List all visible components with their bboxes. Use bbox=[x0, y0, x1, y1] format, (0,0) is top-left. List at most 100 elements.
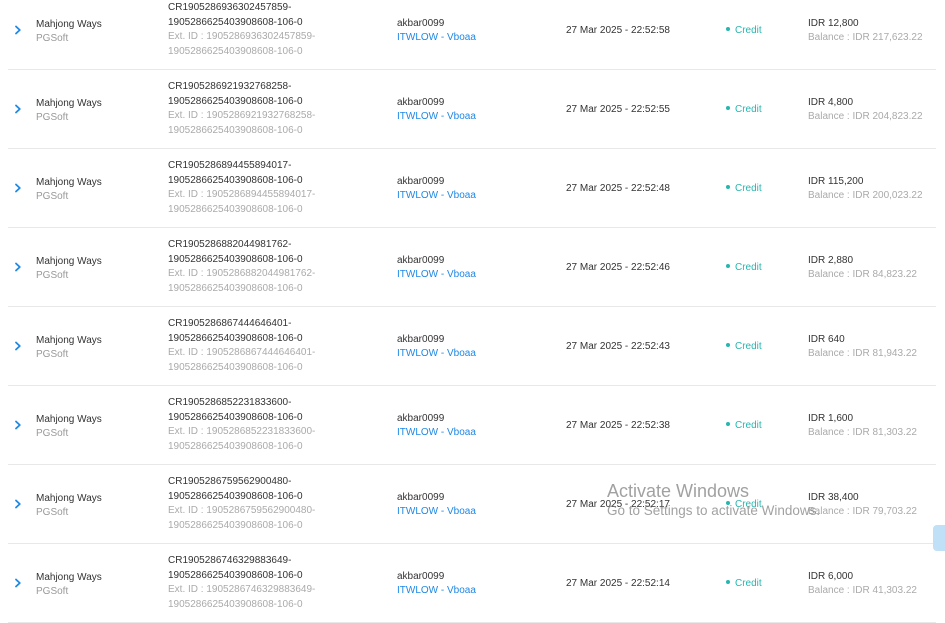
game-name: Mahjong Ways bbox=[36, 98, 102, 109]
player-site-link[interactable]: ITWLOW - Vboaa bbox=[397, 110, 476, 124]
player-username: akbar0099 bbox=[397, 413, 445, 424]
transaction-type-label: Credit bbox=[735, 183, 762, 194]
table-row[interactable]: Mahjong Ways PGSoft CR190528689445589401… bbox=[8, 149, 936, 228]
transaction-amount: IDR 115,200 bbox=[808, 176, 864, 187]
balance-after: Balance : IDR 41,303.22 bbox=[808, 585, 917, 596]
game-name: Mahjong Ways bbox=[36, 19, 102, 30]
amount-cell: IDR 640 Balance : IDR 81,943.22 bbox=[808, 333, 917, 361]
transaction-type-label: Credit bbox=[735, 341, 762, 352]
transaction-id-cell: CR1905286882044981762- 19052866254039086… bbox=[168, 238, 315, 296]
transaction-amount: IDR 4,800 bbox=[808, 97, 854, 108]
table-row[interactable]: Mahjong Ways PGSoft CR190528685223183360… bbox=[8, 386, 936, 465]
transaction-id-line2: 1905286625403908608-106-0 bbox=[168, 174, 303, 186]
status-dot-icon bbox=[726, 580, 730, 585]
chevron-right-icon[interactable] bbox=[13, 25, 23, 35]
game-provider: PGSoft bbox=[36, 507, 69, 518]
transaction-type-label: Credit bbox=[735, 104, 762, 115]
transaction-date: 27 Mar 2025 - 22:52:17 bbox=[566, 499, 670, 510]
external-id-line1: Ext. ID : 1905286759562900480- bbox=[168, 505, 316, 517]
transaction-type: Credit bbox=[726, 499, 762, 510]
transaction-amount: IDR 2,880 bbox=[808, 255, 854, 266]
player-site-link[interactable]: ITWLOW - Vboaa bbox=[397, 189, 476, 203]
game-provider: PGSoft bbox=[36, 112, 69, 123]
transaction-amount: IDR 1,600 bbox=[808, 413, 854, 424]
table-row[interactable]: Mahjong Ways PGSoft CR190528688204498176… bbox=[8, 228, 936, 307]
transaction-id-line2: 1905286625403908608-106-0 bbox=[168, 16, 303, 28]
balance-after: Balance : IDR 81,303.22 bbox=[808, 427, 917, 438]
player-cell: akbar0099 ITWLOW - Vboaa bbox=[397, 333, 476, 361]
game-cell: Mahjong Ways PGSoft bbox=[36, 413, 102, 441]
status-dot-icon bbox=[726, 185, 730, 190]
transaction-id-line2: 1905286625403908608-106-0 bbox=[168, 95, 303, 107]
transaction-id-cell: CR1905286746329883649- 19052866254039086… bbox=[168, 554, 315, 612]
chevron-right-icon[interactable] bbox=[13, 420, 23, 430]
game-cell: Mahjong Ways PGSoft bbox=[36, 97, 102, 125]
player-username: akbar0099 bbox=[397, 255, 445, 266]
transaction-type: Credit bbox=[726, 420, 762, 431]
amount-cell: IDR 115,200 Balance : IDR 200,023.22 bbox=[808, 175, 923, 203]
transaction-id-line1: CR1905286882044981762- bbox=[168, 239, 292, 250]
status-dot-icon bbox=[726, 422, 730, 427]
transaction-amount: IDR 6,000 bbox=[808, 571, 854, 582]
transaction-date: 27 Mar 2025 - 22:52:46 bbox=[566, 262, 670, 273]
player-cell: akbar0099 ITWLOW - Vboaa bbox=[397, 96, 476, 124]
transaction-type: Credit bbox=[726, 25, 762, 36]
table-row[interactable]: Mahjong Ways PGSoft CR190528675956290048… bbox=[8, 465, 936, 544]
transaction-date: 27 Mar 2025 - 22:52:38 bbox=[566, 420, 670, 431]
external-id-line1: Ext. ID : 1905286882044981762- bbox=[168, 268, 316, 280]
chevron-right-icon[interactable] bbox=[13, 341, 23, 351]
player-site-link[interactable]: ITWLOW - Vboaa bbox=[397, 426, 476, 440]
scroll-top-button[interactable] bbox=[933, 525, 945, 551]
amount-cell: IDR 2,880 Balance : IDR 84,823.22 bbox=[808, 254, 917, 282]
balance-after: Balance : IDR 217,623.22 bbox=[808, 32, 923, 43]
game-provider: PGSoft bbox=[36, 428, 69, 439]
chevron-right-icon[interactable] bbox=[13, 183, 23, 193]
player-site-link[interactable]: ITWLOW - Vboaa bbox=[397, 347, 476, 361]
game-cell: Mahjong Ways PGSoft bbox=[36, 571, 102, 599]
amount-cell: IDR 4,800 Balance : IDR 204,823.22 bbox=[808, 96, 923, 124]
transaction-id-cell: CR1905286759562900480- 19052866254039086… bbox=[168, 475, 315, 533]
transaction-type-label: Credit bbox=[735, 25, 762, 36]
external-id-line2: 1905286625403908608-106-0 bbox=[168, 519, 303, 531]
external-id-line2: 1905286625403908608-106-0 bbox=[168, 282, 303, 294]
transaction-id-line2: 1905286625403908608-106-0 bbox=[168, 490, 303, 502]
game-provider: PGSoft bbox=[36, 586, 69, 597]
chevron-right-icon[interactable] bbox=[13, 262, 23, 272]
table-row[interactable]: Mahjong Ways PGSoft CR190528693630245785… bbox=[8, 0, 936, 70]
game-name: Mahjong Ways bbox=[36, 177, 102, 188]
chevron-right-icon[interactable] bbox=[13, 104, 23, 114]
transaction-date: 27 Mar 2025 - 22:52:14 bbox=[566, 578, 670, 589]
player-site-link[interactable]: ITWLOW - Vboaa bbox=[397, 584, 476, 598]
table-row[interactable]: Mahjong Ways PGSoft CR190528674632988364… bbox=[8, 544, 936, 623]
player-cell: akbar0099 ITWLOW - Vboaa bbox=[397, 491, 476, 519]
player-username: akbar0099 bbox=[397, 492, 445, 503]
game-cell: Mahjong Ways PGSoft bbox=[36, 18, 102, 46]
chevron-right-icon[interactable] bbox=[13, 578, 23, 588]
game-provider: PGSoft bbox=[36, 270, 69, 281]
status-dot-icon bbox=[726, 501, 730, 506]
balance-after: Balance : IDR 79,703.22 bbox=[808, 506, 917, 517]
transaction-id-cell: CR1905286852231833600- 19052866254039086… bbox=[168, 396, 315, 454]
external-id-line2: 1905286625403908608-106-0 bbox=[168, 440, 303, 452]
game-provider: PGSoft bbox=[36, 191, 69, 202]
table-row[interactable]: Mahjong Ways PGSoft CR190528692193276825… bbox=[8, 70, 936, 149]
player-site-link[interactable]: ITWLOW - Vboaa bbox=[397, 31, 476, 45]
external-id-line2: 1905286625403908608-106-0 bbox=[168, 124, 303, 136]
balance-after: Balance : IDR 84,823.22 bbox=[808, 269, 917, 280]
game-cell: Mahjong Ways PGSoft bbox=[36, 492, 102, 520]
chevron-right-icon[interactable] bbox=[13, 499, 23, 509]
transaction-type: Credit bbox=[726, 262, 762, 273]
external-id-line1: Ext. ID : 1905286894455894017- bbox=[168, 189, 316, 201]
player-site-link[interactable]: ITWLOW - Vboaa bbox=[397, 505, 476, 519]
table-row[interactable]: Mahjong Ways PGSoft CR190528686744464640… bbox=[8, 307, 936, 386]
status-dot-icon bbox=[726, 27, 730, 32]
player-site-link[interactable]: ITWLOW - Vboaa bbox=[397, 268, 476, 282]
transaction-type-label: Credit bbox=[735, 420, 762, 431]
transaction-date: 27 Mar 2025 - 22:52:55 bbox=[566, 104, 670, 115]
game-cell: Mahjong Ways PGSoft bbox=[36, 255, 102, 283]
external-id-line2: 1905286625403908608-106-0 bbox=[168, 45, 303, 57]
player-cell: akbar0099 ITWLOW - Vboaa bbox=[397, 412, 476, 440]
transaction-date: 27 Mar 2025 - 22:52:48 bbox=[566, 183, 670, 194]
transaction-type: Credit bbox=[726, 104, 762, 115]
transaction-date: 27 Mar 2025 - 22:52:58 bbox=[566, 25, 670, 36]
